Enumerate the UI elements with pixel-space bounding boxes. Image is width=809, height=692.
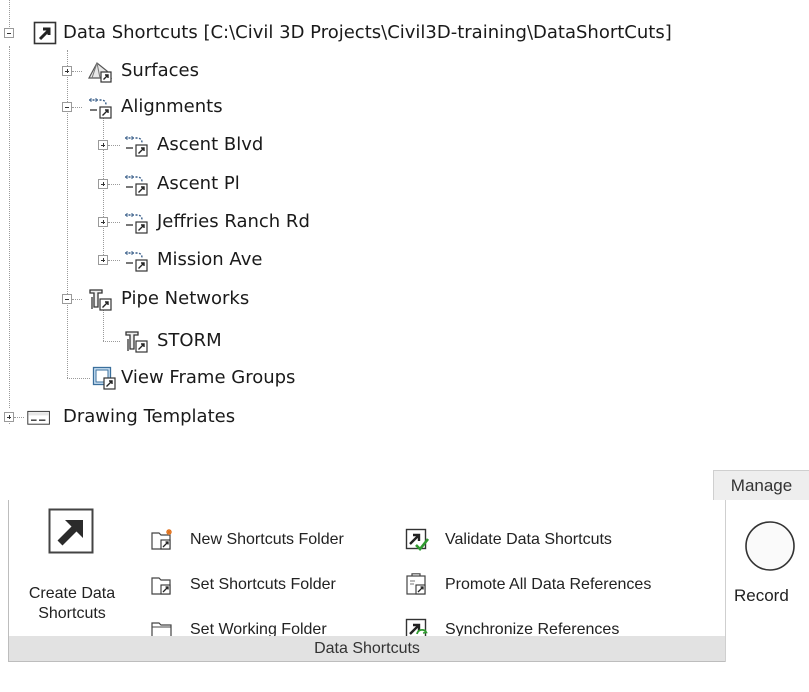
tree-connector xyxy=(103,341,120,342)
tree-connector xyxy=(103,306,104,341)
ribbon: Manage Create Data Shortcuts New Shortcu… xyxy=(0,470,809,692)
tree-node-pipe-network[interactable]: STORM xyxy=(157,329,222,353)
tree-connector xyxy=(103,113,104,265)
alignment-icon xyxy=(125,136,148,157)
tree-node-alignment[interactable]: Jeffries Ranch Rd xyxy=(157,210,310,234)
create-label-line1: Create Data xyxy=(28,585,116,602)
collapse-toggle[interactable] xyxy=(4,28,14,38)
expand-toggle[interactable] xyxy=(62,66,72,76)
tree-node-drawing-templates[interactable]: Drawing Templates xyxy=(63,405,235,429)
record-icon xyxy=(745,521,795,571)
data-shortcut-icon xyxy=(33,21,57,45)
expand-toggle[interactable] xyxy=(98,255,108,265)
tree-connector xyxy=(108,260,120,261)
tree-node-alignment[interactable]: Mission Ave xyxy=(157,248,262,272)
promote-all-data-references-label: Promote All Data References xyxy=(445,576,652,593)
set-shortcuts-folder-label: Set Shortcuts Folder xyxy=(190,576,336,593)
validate-icon xyxy=(405,528,429,551)
expand-toggle[interactable] xyxy=(98,217,108,227)
tree-node-pipe-networks[interactable]: Pipe Networks xyxy=(121,287,249,311)
create-label-line2: Shortcuts xyxy=(38,605,106,622)
alignment-icon xyxy=(125,213,148,234)
tree-root-label[interactable]: Data Shortcuts [C:\Civil 3D Projects\Civ… xyxy=(63,21,672,45)
tree-connector xyxy=(108,145,120,146)
tree-connector xyxy=(14,417,24,418)
record-label: Record xyxy=(734,586,789,605)
expand-toggle[interactable] xyxy=(98,179,108,189)
view-frame-group-icon xyxy=(92,366,116,390)
collapse-toggle[interactable] xyxy=(62,294,72,304)
tab-manage[interactable]: Manage xyxy=(713,470,809,500)
new-shortcuts-folder-label: New Shortcuts Folder xyxy=(190,531,344,548)
tree-connector xyxy=(72,107,82,108)
tree-connector xyxy=(108,184,120,185)
surface-icon xyxy=(88,62,112,83)
expand-toggle[interactable] xyxy=(4,412,14,422)
new-folder-icon xyxy=(151,529,172,550)
promote-icon xyxy=(406,573,426,595)
record-button[interactable]: Record xyxy=(734,504,809,634)
create-data-shortcuts-button[interactable]: Create Data Shortcuts xyxy=(12,504,132,634)
tree-node-surfaces[interactable]: Surfaces xyxy=(121,59,199,83)
pipe-network-icon xyxy=(125,331,148,353)
tree-node-view-frame-groups[interactable]: View Frame Groups xyxy=(121,366,295,390)
tree-connector xyxy=(72,299,82,300)
create-data-shortcuts-label: Create Data Shortcuts xyxy=(12,584,132,624)
expand-toggle[interactable] xyxy=(98,140,108,150)
alignment-icon xyxy=(89,98,112,119)
tree-connector xyxy=(72,71,82,72)
shortcuts-folder-icon xyxy=(151,577,171,595)
collapse-toggle[interactable] xyxy=(62,102,72,112)
alignment-icon xyxy=(125,175,148,196)
tree-connector xyxy=(9,46,10,408)
panel-title[interactable]: Data Shortcuts xyxy=(8,636,726,662)
tree-connector xyxy=(67,50,68,378)
pipe-network-icon xyxy=(89,289,112,311)
drawing-template-icon xyxy=(27,410,50,425)
tree-node-alignment[interactable]: Ascent Blvd xyxy=(157,133,263,157)
create-shortcut-icon xyxy=(48,508,94,554)
panel-divider xyxy=(725,500,726,662)
alignment-icon xyxy=(125,251,148,272)
data-shortcuts-tree: Data Shortcuts [C:\Civil 3D Projects\Civ… xyxy=(0,0,809,440)
tree-node-alignments[interactable]: Alignments xyxy=(121,95,223,119)
tree-node-alignment[interactable]: Ascent Pl xyxy=(157,172,240,196)
validate-data-shortcuts-label: Validate Data Shortcuts xyxy=(445,531,612,548)
tree-connector xyxy=(67,378,90,379)
tree-connector xyxy=(108,222,120,223)
